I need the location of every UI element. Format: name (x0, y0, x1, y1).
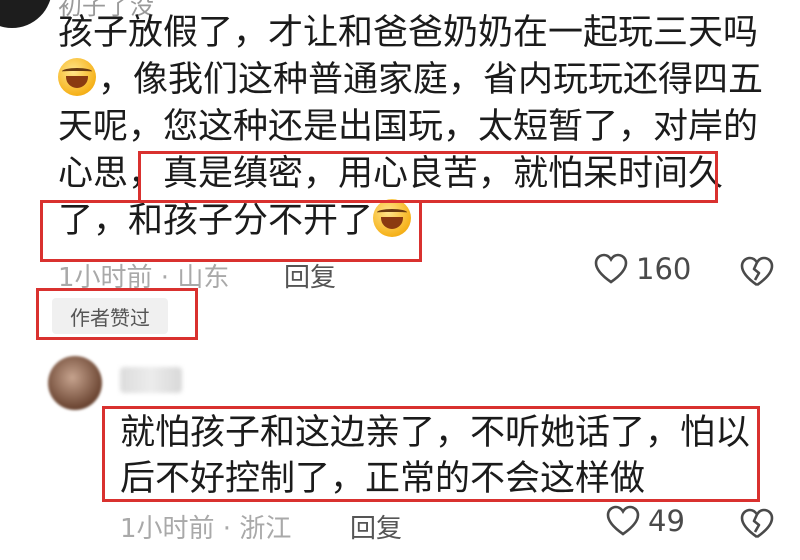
like-count: 160 (636, 252, 692, 286)
comment-text: 孩子放假了，才让和爸爸奶奶在一起玩三天吗 ，像我们这种普通家庭，省内玩玩还得四五… (58, 10, 788, 245)
reply-button[interactable]: 回复 (284, 257, 336, 294)
reply-text: 就怕孩子和这边亲了，不听她话了，怕以 后不好控制了，正常的不会这样做 (120, 410, 770, 502)
like-button[interactable]: 160 (594, 252, 691, 286)
comment-line-text: 了，和孩子分不开了 (58, 201, 374, 241)
comment-line: 孩子放假了，才让和爸爸奶奶在一起玩三天吗 (58, 13, 759, 53)
reply-username-blurred[interactable] (120, 367, 182, 393)
dislike-button[interactable] (740, 508, 774, 544)
reply-avatar[interactable] (48, 356, 102, 410)
laughing-emoji-icon (373, 199, 412, 237)
comment-meta: 1小时前 · 山东 (58, 263, 230, 293)
heart-icon (606, 505, 640, 536)
heart-icon (594, 253, 628, 284)
broken-heart-icon (740, 508, 774, 539)
comment-line: 了，和孩子分不开了 (58, 198, 788, 245)
reply-meta: 1小时前 · 浙江 (120, 514, 292, 544)
reply-line: 就怕孩子和这边亲了，不听她话了，怕以 (120, 413, 751, 453)
reply-line: 后不好控制了，正常的不会这样做 (120, 459, 646, 499)
comment-line: 天呢，您这种还是出国玩，太短暂了，对岸的 (58, 107, 759, 147)
comment-line-text: ，像我们这种普通家庭，省内玩玩还得四五 (98, 60, 764, 100)
author-liked-badge: 作者赞过 (52, 298, 168, 334)
like-button[interactable]: 49 (606, 504, 685, 538)
broken-heart-icon (740, 256, 774, 287)
reply-button[interactable]: 回复 (350, 508, 402, 545)
comment-line: 心思，真是缜密，用心良苦，就怕呆时间久 (58, 154, 724, 194)
dislike-button[interactable] (740, 256, 774, 292)
like-count: 49 (648, 504, 685, 538)
avatar[interactable] (0, 0, 52, 28)
comment-line: ，像我们这种普通家庭，省内玩玩还得四五 (58, 57, 788, 104)
laughing-emoji-icon (58, 58, 96, 96)
